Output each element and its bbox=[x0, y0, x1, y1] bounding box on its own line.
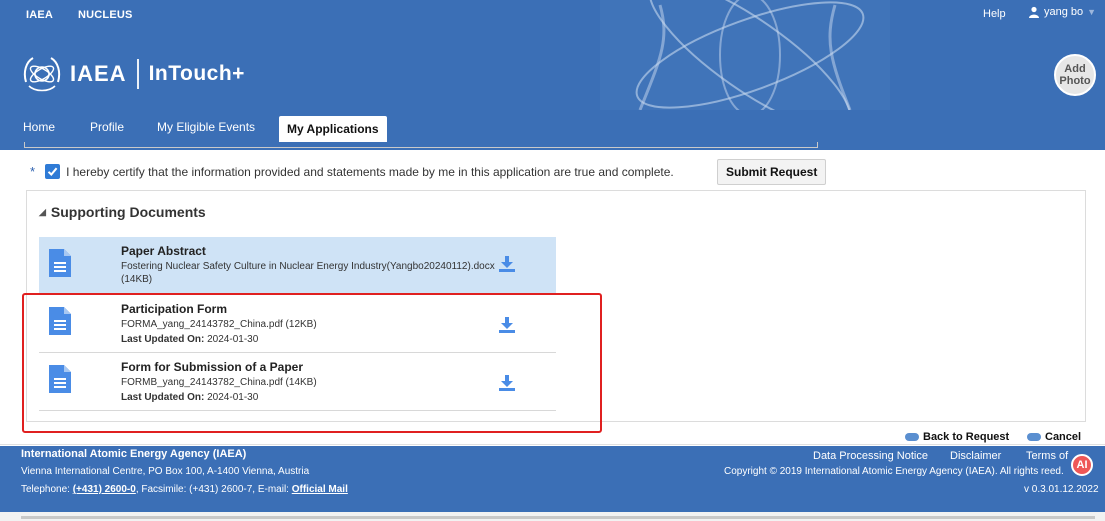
footer-link-terms[interactable]: Terms of bbox=[1026, 450, 1068, 462]
document-file-icon bbox=[49, 249, 71, 277]
footer-tel-prefix: Telephone: bbox=[21, 484, 70, 495]
brand-separator bbox=[136, 59, 139, 89]
header-bar: IAEA NUCLEUS Help yang bo ▼ IAEA InTouch… bbox=[0, 0, 1105, 150]
top-navigation: IAEA NUCLEUS Help yang bo ▼ bbox=[0, 0, 1105, 30]
horizontal-scrollbar[interactable] bbox=[0, 512, 1105, 521]
help-link[interactable]: Help bbox=[983, 8, 1006, 20]
footer-tel-link[interactable]: (+431) 2600-0 bbox=[73, 484, 136, 495]
avatar-label-1: Add bbox=[1064, 63, 1086, 75]
certify-row: * I hereby certify that the information … bbox=[30, 164, 674, 179]
supporting-documents-toggle[interactable]: ◢ Supporting Documents bbox=[39, 204, 206, 220]
highlight-annotation-box bbox=[22, 293, 602, 433]
document-row-paper-abstract[interactable]: Paper Abstract Fostering Nuclear Safety … bbox=[39, 237, 556, 295]
checkmark-icon bbox=[47, 167, 58, 176]
copyright-text: Copyright © 2019 International Atomic En… bbox=[724, 466, 1050, 477]
user-icon bbox=[1029, 6, 1039, 18]
back-arrow-icon bbox=[905, 433, 919, 441]
footer-link-disclaimer[interactable]: Disclaimer bbox=[950, 450, 1001, 462]
user-menu[interactable]: yang bo ▼ bbox=[1028, 6, 1096, 18]
comments-textarea[interactable] bbox=[24, 142, 818, 148]
section-heading: Supporting Documents bbox=[50, 204, 206, 220]
scrollbar-thumb[interactable] bbox=[21, 516, 1095, 519]
footer-org: International Atomic Energy Agency (IAEA… bbox=[21, 448, 247, 460]
certify-text: I hereby certify that the information pr… bbox=[66, 164, 674, 179]
nav-link-nucleus[interactable]: NUCLEUS bbox=[78, 9, 133, 21]
submit-request-button[interactable]: Submit Request bbox=[717, 159, 827, 185]
footer-contact: Telephone: (+431) 2600-0, Facsimile: (+4… bbox=[21, 484, 348, 495]
avatar-label-2: Photo bbox=[1059, 75, 1091, 87]
nav-link-iaea[interactable]: IAEA bbox=[26, 9, 53, 21]
add-photo-avatar[interactable]: Add Photo bbox=[1054, 54, 1096, 96]
user-name: yang bo bbox=[1044, 6, 1084, 18]
cancel-label: Cancel bbox=[1045, 431, 1082, 443]
footer-address: Vienna International Centre, PO Box 100,… bbox=[21, 466, 310, 477]
document-title: Paper Abstract bbox=[121, 244, 206, 258]
brand-logo[interactable]: IAEA InTouch+ bbox=[20, 52, 245, 96]
cancel-button[interactable]: Cancel bbox=[1027, 431, 1081, 443]
back-to-request-button[interactable]: Back to Request bbox=[905, 431, 1009, 443]
tab-my-eligible-events[interactable]: My Eligible Events bbox=[157, 120, 255, 134]
footer-link-data-processing[interactable]: Data Processing Notice bbox=[813, 450, 928, 462]
ai-assistant-icon[interactable]: AI bbox=[1071, 454, 1093, 476]
chevron-down-icon: ▼ bbox=[1087, 7, 1097, 17]
required-mark: * bbox=[30, 164, 36, 179]
iaea-emblem-icon bbox=[23, 57, 61, 92]
footer: International Atomic Energy Agency (IAEA… bbox=[0, 446, 1105, 512]
document-size: (14KB) bbox=[121, 274, 153, 285]
footer-version: v 0.3.01.12.2022 bbox=[1024, 484, 1099, 495]
copyright-tail: ed. bbox=[1049, 466, 1064, 477]
certify-checkbox[interactable] bbox=[45, 164, 61, 179]
main-tabs: Home Profile My Eligible Events My Appli… bbox=[0, 116, 1105, 142]
cancel-icon bbox=[1027, 433, 1041, 441]
tab-home[interactable]: Home bbox=[23, 120, 55, 134]
brand-org: IAEA bbox=[70, 61, 127, 86]
tab-profile[interactable]: Profile bbox=[90, 120, 124, 134]
document-filename: Fostering Nuclear Safety Culture in Nucl… bbox=[121, 261, 495, 272]
download-icon[interactable] bbox=[498, 256, 516, 272]
footer-fax-text: , Facsimile: (+431) 2600-7, E-mail: bbox=[135, 484, 289, 495]
content-divider bbox=[0, 444, 1105, 445]
collapse-triangle-icon: ◢ bbox=[39, 206, 46, 217]
brand-product: InTouch+ bbox=[148, 62, 245, 85]
tab-my-applications[interactable]: My Applications bbox=[279, 116, 387, 142]
footer-mail-link[interactable]: Official Mail bbox=[292, 484, 348, 495]
footer-copyright: Copyright © 2019 International Atomic En… bbox=[724, 466, 1064, 477]
back-to-request-label: Back to Request bbox=[923, 431, 1010, 443]
